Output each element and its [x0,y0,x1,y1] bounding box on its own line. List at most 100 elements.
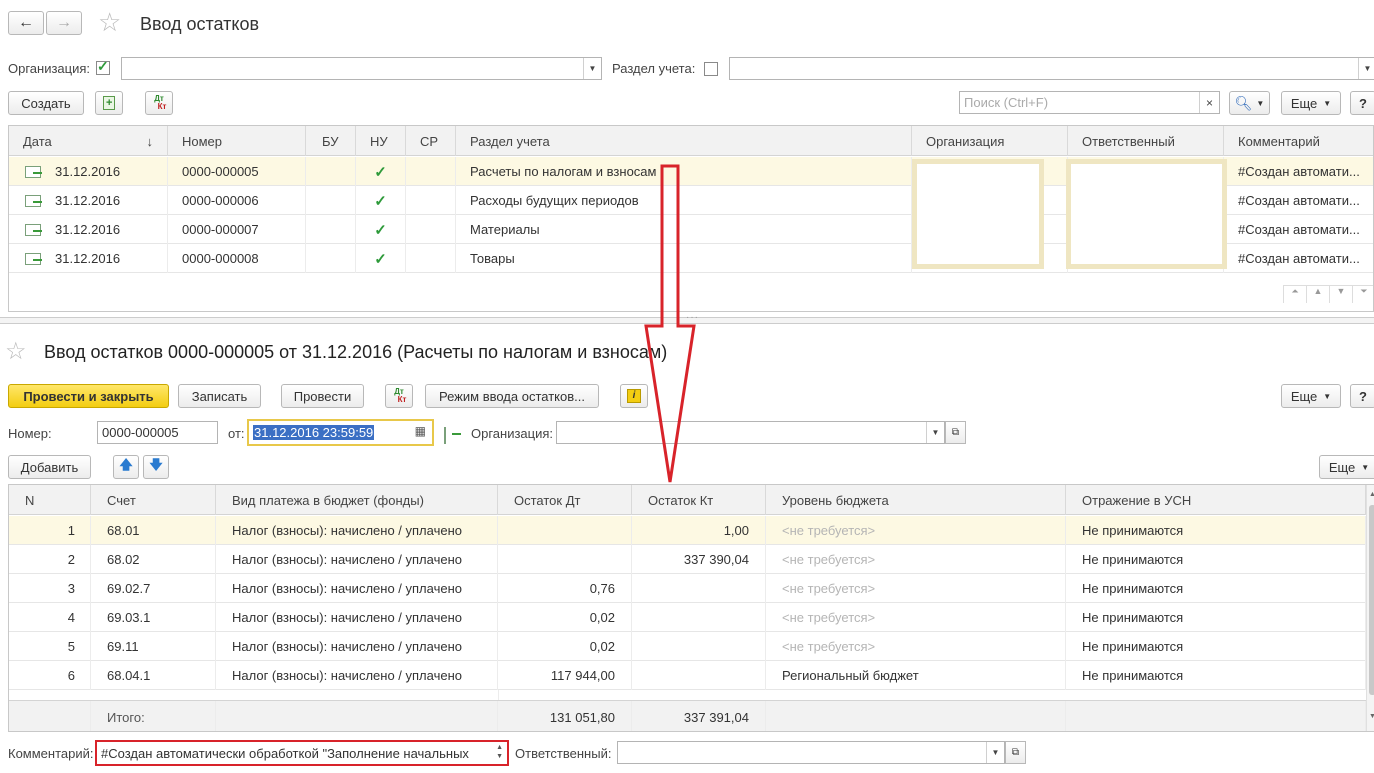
open-form-icon: ⧉ [1011,747,1020,758]
open-form-icon: ⧉ [951,427,960,438]
document-posted-icon [25,223,42,236]
col-budget-level[interactable]: Уровень бюджета [766,485,1066,515]
post-button[interactable]: Провести [281,384,364,408]
more-button[interactable]: Еще ▼ [1281,384,1341,408]
organization-field[interactable]: ▼ [556,421,945,444]
forward-button[interactable]: → [46,11,82,35]
search-icon: 🔍︎ [1234,94,1253,111]
copy-button[interactable]: + [95,91,123,115]
sort-down-icon: ↓ [146,133,154,149]
scroll-bottom-icon[interactable]: ⏷ [1352,286,1373,303]
search-input[interactable]: Поиск (Ctrl+F) × [959,91,1220,114]
responsible-label: Ответственный: [515,746,612,761]
filter-section-field[interactable]: ▼ [729,57,1374,80]
table-more-button[interactable]: Еще ▼ [1319,455,1374,479]
col-comment[interactable]: Комментарий [1224,126,1373,156]
back-button[interactable]: ← [8,11,44,35]
save-button[interactable]: Записать [178,384,261,408]
dtkt-button[interactable]: Дт Кт [145,91,173,115]
document-posted-icon [25,194,42,207]
star-icon[interactable]: ☆ [5,337,27,366]
table-row[interactable]: 2 68.02 Налог (взносы): начислено / упла… [9,545,1366,574]
dtkt-button[interactable]: Дт Кт [385,384,413,408]
totals-row: Итого: 131 051,80 337 391,04 [9,700,1366,731]
table-header: Дата ↓ Номер БУ НУ СР Раздел учета Органи… [9,126,1373,156]
redacted-responsible [1066,159,1227,269]
col-sr[interactable]: СР [406,126,456,156]
balance-mode-button[interactable]: Режим ввода остатков... [425,384,599,408]
scroll-top-icon[interactable]: ⏶ [1283,286,1306,303]
arrow-up-icon: 🡅 [119,457,133,472]
chevron-down-icon[interactable]: ▼ [583,58,601,79]
spin-icon[interactable]: ▲ ▼ [496,743,503,761]
scrollbar-thumb[interactable] [1369,505,1374,695]
filter-section-label: Раздел учета: [612,61,696,76]
checkmark-icon: ✓ [356,215,406,244]
clear-search-icon[interactable]: × [1199,92,1219,113]
number-label: Номер: [8,426,52,441]
date-from-label: от: [228,426,245,441]
col-date[interactable]: Дата ↓ [9,126,168,156]
vertical-scrollbar[interactable]: ▲ ▼ [1366,485,1374,731]
create-button[interactable]: Создать [8,91,84,115]
checkmark-icon: ✓ [356,157,406,186]
col-bu[interactable]: БУ [306,126,356,156]
chevron-down-icon[interactable]: ▼ [1358,58,1374,79]
search-button[interactable]: 🔍︎ ▼ [1229,91,1270,115]
table-row[interactable]: 4 69.03.1 Налог (взносы): начислено / уп… [9,603,1366,632]
col-section[interactable]: Раздел учета [456,126,912,156]
responsible-field[interactable]: ▼ [617,741,1005,764]
col-nu[interactable]: НУ [356,126,406,156]
add-row-button[interactable]: Добавить [8,455,91,479]
chevron-down-icon: ▼ [1361,462,1370,472]
move-down-button[interactable]: 🡇 [143,455,169,479]
help-button[interactable]: ? [1350,91,1374,115]
col-payment-kind[interactable]: Вид платежа в бюджет (фонды) [216,485,498,515]
balances-table: N Счет Вид платежа в бюджет (фонды) Оста… [8,484,1374,732]
document-title: Ввод остатков 0000-000005 от 31.12.2016 … [44,342,668,362]
annotation-arrow [644,164,696,483]
table-row[interactable]: 3 69.02.7 Налог (взносы): начислено / уп… [9,574,1366,603]
filter-org-label: Организация: [8,61,91,76]
scroll-down-icon[interactable]: ▼ [1329,286,1352,303]
col-organization[interactable]: Организация [912,126,1068,156]
filter-section-checkbox[interactable] [704,62,718,76]
open-responsible-button[interactable]: ⧉ [1005,741,1026,764]
table-row[interactable]: 6 68.04.1 Налог (взносы): начислено / уп… [9,661,1366,690]
post-and-close-button[interactable]: Провести и закрыть [8,384,169,408]
page-title: Ввод остатков [140,14,260,34]
arrow-right-icon: → [56,14,72,31]
scroll-up-icon[interactable]: ▲ [1369,491,1374,498]
checkmark-icon: ✓ [97,58,109,74]
number-field[interactable]: 0000-000005 [97,421,218,444]
scroll-up-icon[interactable]: ▲ [1306,286,1329,303]
col-usn[interactable]: Отражение в УСН [1066,485,1366,515]
more-button[interactable]: Еще ▼ [1281,91,1341,115]
open-organization-button[interactable]: ⧉ [945,421,966,444]
filter-org-field[interactable]: ▼ [121,57,602,80]
chevron-down-icon[interactable]: ▼ [986,742,1004,763]
date-field[interactable]: 31.12.2016 23:59:59 ▦ [247,419,434,446]
document-posted-icon [25,252,42,265]
table-row[interactable]: 5 69.11 Налог (взносы): начислено / упла… [9,632,1366,661]
checkmark-icon: ✓ [356,186,406,215]
info-icon: i [627,389,641,403]
col-balance-dt[interactable]: Остаток Дт [498,485,632,515]
chevron-down-icon: ▼ [1323,98,1332,108]
help-button[interactable]: ? [1350,384,1374,408]
comment-field[interactable]: #Создан автоматически обработкой "Заполн… [95,740,509,766]
scroll-down-icon[interactable]: ▼ [1369,713,1374,720]
arrow-down-icon: 🡇 [149,457,163,472]
add-document-icon: + [103,96,115,110]
col-responsible[interactable]: Ответственный [1068,126,1224,156]
filter-org-checkbox[interactable]: ✓ [96,58,110,75]
chevron-down-icon[interactable]: ▼ [926,422,944,443]
col-number[interactable]: Номер [168,126,306,156]
col-account[interactable]: Счет [91,485,216,515]
table-row[interactable]: 1 68.01 Налог (взносы): начислено / упла… [9,516,1366,545]
col-n[interactable]: N [9,485,91,515]
star-icon[interactable]: ☆ [98,7,121,38]
move-up-button[interactable]: 🡅 [113,455,139,479]
chevron-down-icon: ▼ [1323,391,1332,401]
calendar-icon[interactable]: ▦ [415,424,426,438]
